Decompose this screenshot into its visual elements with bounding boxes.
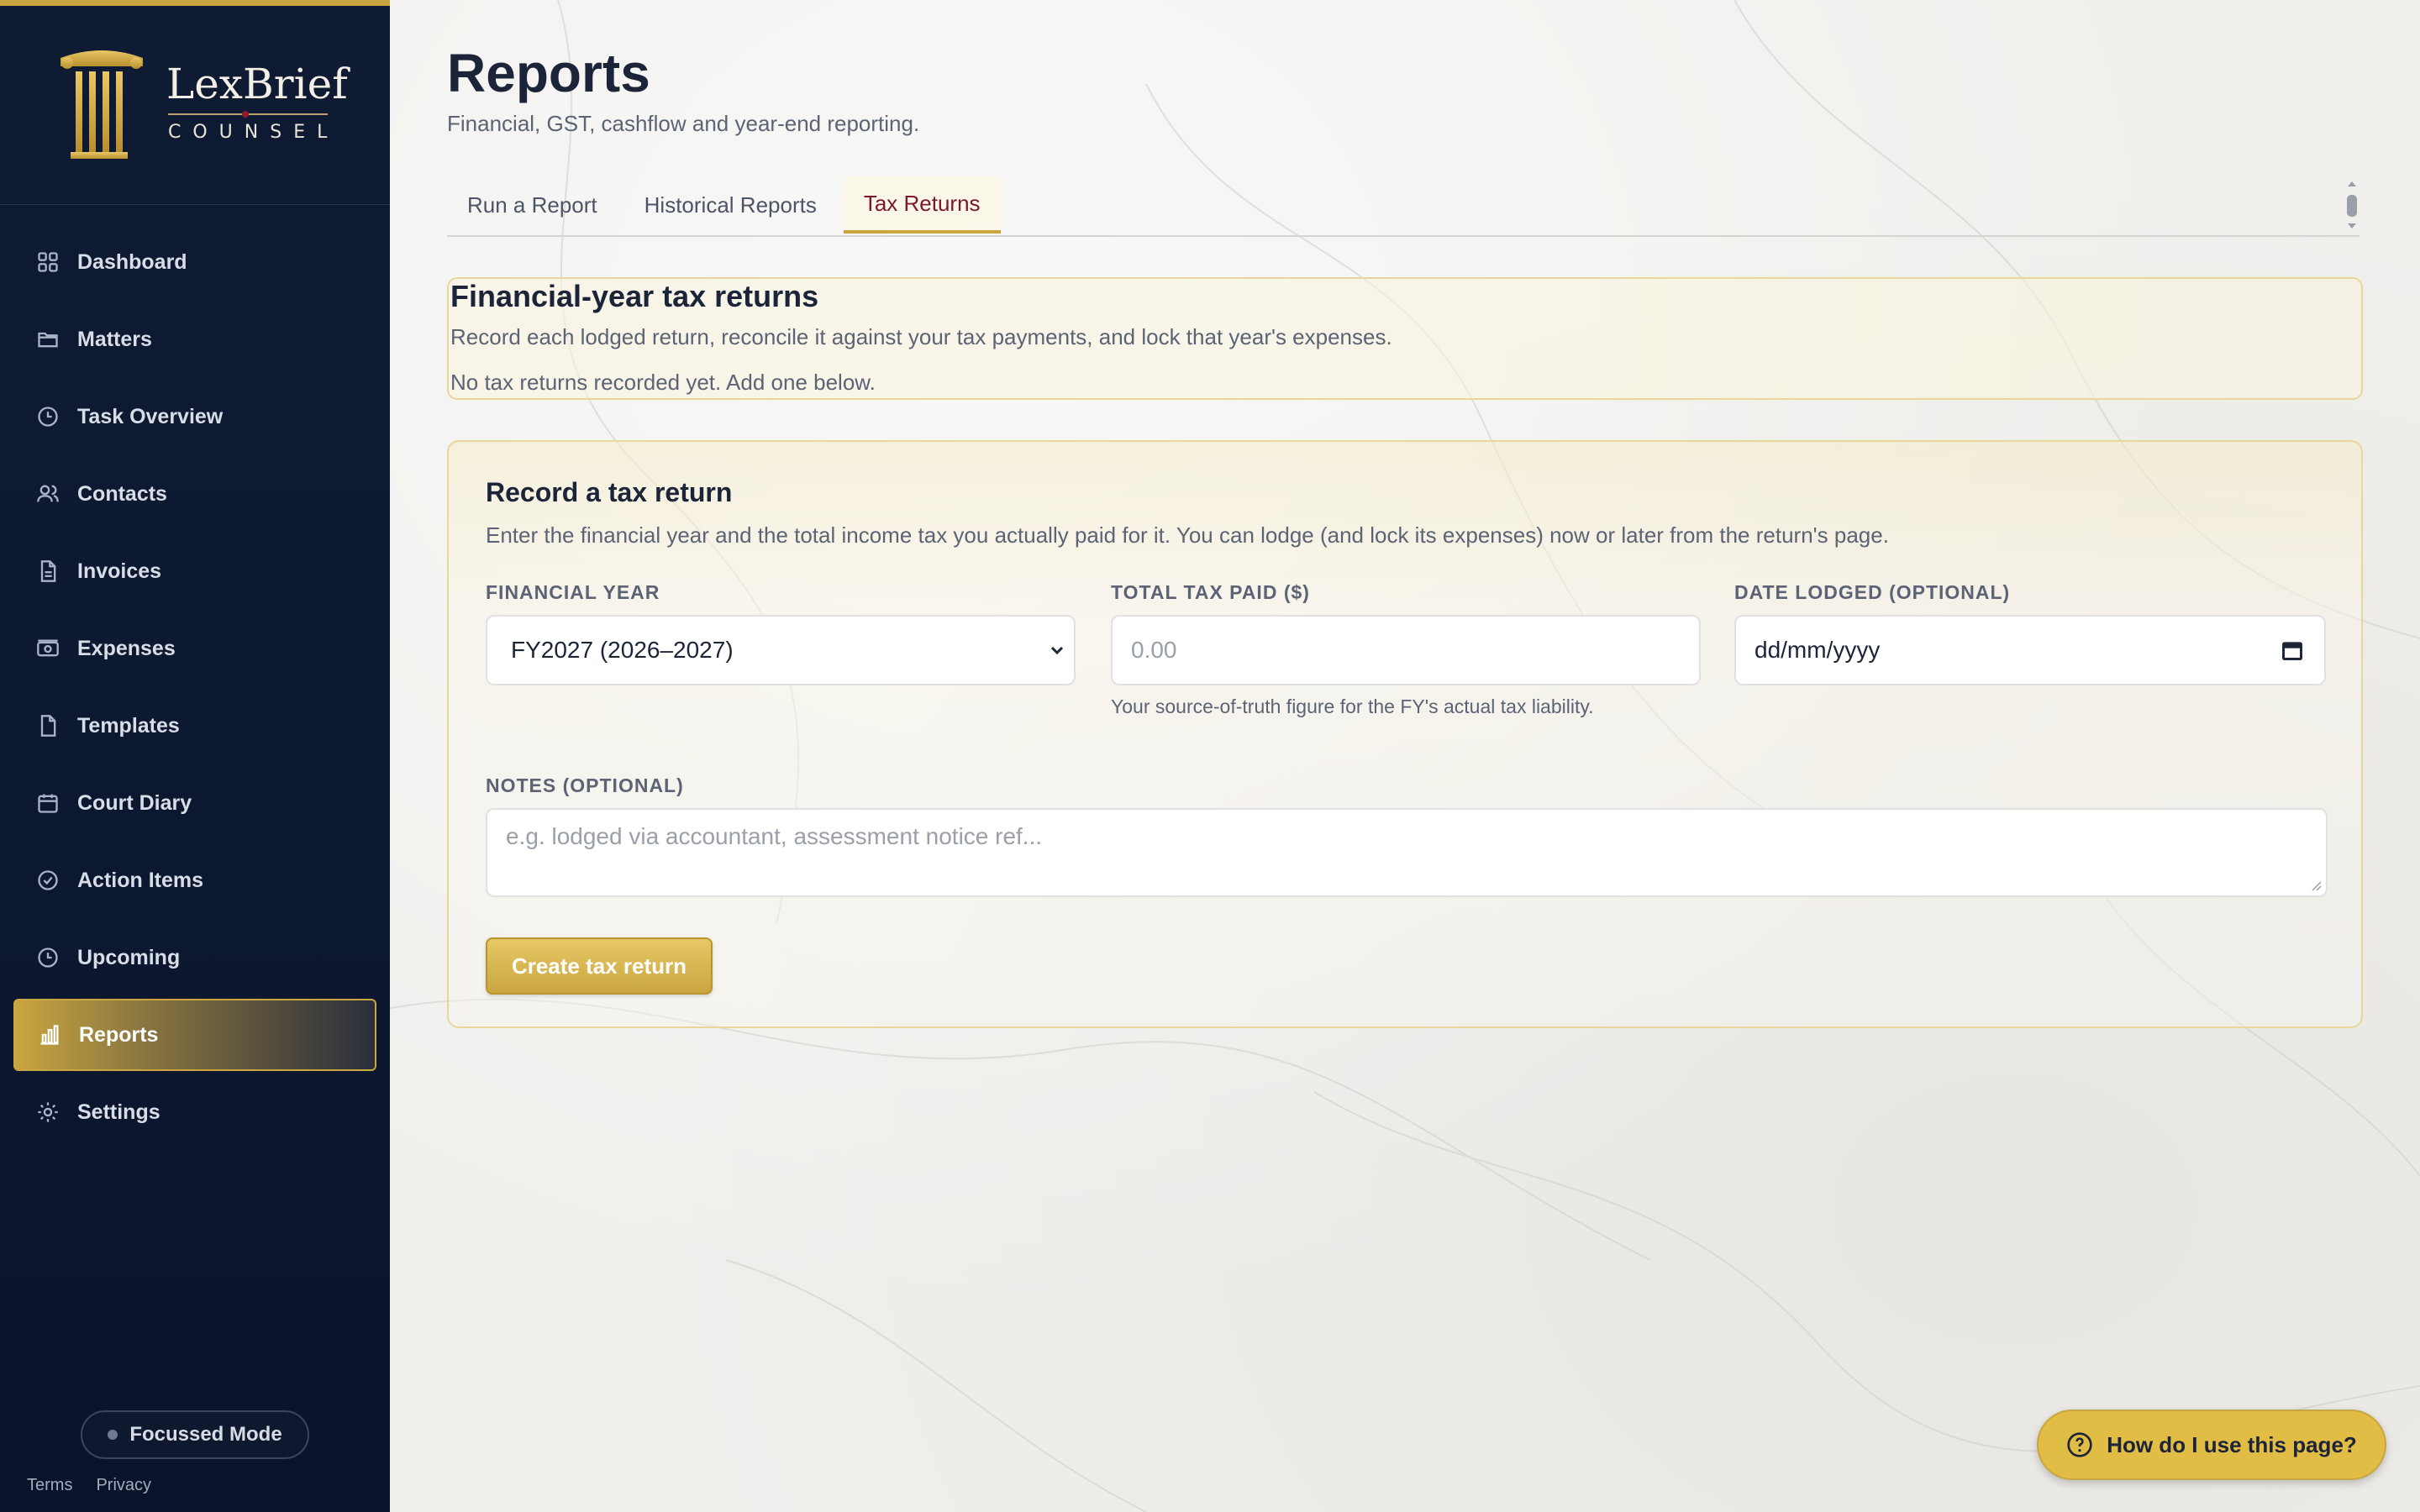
sidebar-item-action-items[interactable]: Action Items: [13, 844, 376, 916]
sidebar-item-label: Expenses: [77, 636, 176, 660]
terms-link[interactable]: Terms: [27, 1476, 72, 1495]
sidebar-item-expenses[interactable]: Expenses: [13, 612, 376, 685]
privacy-link[interactable]: Privacy: [96, 1476, 151, 1495]
sidebar-item-settings[interactable]: Settings: [13, 1076, 376, 1148]
focus-mode-button[interactable]: Focussed Mode: [81, 1410, 309, 1459]
status-dot-icon: [108, 1430, 118, 1440]
sidebar-item-reports[interactable]: Reports: [13, 999, 376, 1071]
tab-tax-returns[interactable]: Tax Returns: [843, 176, 1001, 234]
sidebar-item-matters[interactable]: Matters: [13, 303, 376, 375]
sidebar-item-task-overview[interactable]: Task Overview: [13, 381, 376, 453]
notes-label: NOTES (OPTIONAL): [486, 774, 684, 796]
notes-placeholder: e.g. lodged via accountant, assessment n…: [506, 823, 1043, 849]
sidebar-item-label: Dashboard: [77, 249, 187, 274]
tab-run-a-report[interactable]: Run a Report: [447, 176, 618, 234]
financial-year-label: FINANCIAL YEAR: [486, 581, 660, 603]
clock-icon: [35, 404, 60, 429]
total-tax-label: TOTAL TAX PAID ($): [1111, 581, 1310, 603]
sidebar-item-label: Task Overview: [77, 404, 224, 428]
notes-textarea[interactable]: e.g. lodged via accountant, assessment n…: [486, 808, 2328, 897]
form-description: Enter the financial year and the total i…: [486, 522, 1889, 548]
users-icon: [35, 481, 60, 507]
sidebar-divider: [0, 204, 390, 205]
banknote-icon: [35, 636, 60, 661]
sidebar-item-label: Upcoming: [77, 945, 181, 969]
sidebar-nav: Dashboard Matters Task Overview Contacts…: [13, 226, 376, 1153]
calendar-icon[interactable]: [2281, 638, 2304, 662]
resize-grip-icon[interactable]: [2309, 879, 2323, 892]
record-tax-return-card: Record a tax return Enter the financial …: [447, 440, 2363, 1028]
date-lodged-label: DATE LODGED (OPTIONAL): [1734, 581, 2011, 603]
sidebar-item-invoices[interactable]: Invoices: [13, 535, 376, 607]
calendar-icon: [35, 790, 60, 816]
document-icon: [35, 559, 60, 584]
sidebar-item-label: Reports: [79, 1022, 159, 1047]
total-tax-help: Your source-of-truth figure for the FY's…: [1111, 696, 1594, 717]
pillar-logo-icon: [60, 50, 143, 159]
create-tax-return-button[interactable]: Create tax return: [486, 937, 713, 995]
question-circle-icon: [2067, 1432, 2092, 1457]
chevron-down-icon: [1050, 646, 1064, 655]
focus-mode-label: Focussed Mode: [129, 1423, 282, 1446]
sidebar-item-label: Court Diary: [77, 790, 192, 815]
grid-icon: [35, 249, 60, 275]
sidebar-item-label: Settings: [77, 1100, 160, 1124]
sidebar-item-contacts[interactable]: Contacts: [13, 458, 376, 530]
page-title: Reports: [447, 43, 650, 103]
financial-year-select[interactable]: FY2027 (2026–2027): [486, 615, 1076, 685]
sidebar-footer: Terms Privacy: [27, 1476, 151, 1495]
sidebar: LexBrief COUNSEL Dashboard Matters Task …: [0, 0, 390, 1512]
tax-returns-summary-card: Financial-year tax returns Record each l…: [447, 277, 2363, 400]
sidebar-item-label: Action Items: [77, 868, 204, 892]
check-circle-icon: [35, 868, 60, 893]
date-lodged-placeholder: dd/mm/yyyy: [1754, 637, 1881, 663]
sidebar-item-label: Matters: [77, 327, 152, 351]
financial-year-value: FY2027 (2026–2027): [511, 637, 734, 663]
sidebar-item-label: Templates: [77, 713, 180, 738]
total-tax-placeholder: 0.00: [1131, 637, 1177, 663]
brand-divider: [168, 111, 328, 118]
form-title: Record a tax return: [486, 477, 733, 507]
main-content: Reports Financial, GST, cashflow and yea…: [390, 0, 2420, 1512]
gear-icon: [35, 1100, 60, 1125]
date-lodged-input[interactable]: dd/mm/yyyy: [1734, 615, 2326, 685]
tabs-scroll-icon[interactable]: [2344, 176, 2360, 234]
file-icon: [35, 713, 60, 738]
help-button[interactable]: How do I use this page?: [2037, 1410, 2386, 1480]
page-subtitle: Financial, GST, cashflow and year-end re…: [447, 111, 920, 136]
brand-logo[interactable]: LexBrief COUNSEL: [55, 45, 348, 171]
bar-chart-icon: [37, 1022, 62, 1047]
tab-historical-reports[interactable]: Historical Reports: [624, 176, 837, 234]
help-button-label: How do I use this page?: [2107, 1431, 2357, 1457]
summary-description: Record each lodged return, reconcile it …: [450, 324, 1392, 349]
clock-icon: [35, 945, 60, 970]
brand-subtitle: COUNSEL: [168, 122, 339, 143]
sidebar-item-court-diary[interactable]: Court Diary: [13, 767, 376, 839]
folder-icon: [35, 327, 60, 352]
empty-state-message: No tax returns recorded yet. Add one bel…: [450, 370, 876, 395]
total-tax-input[interactable]: 0.00: [1111, 615, 1701, 685]
sidebar-item-upcoming[interactable]: Upcoming: [13, 921, 376, 994]
summary-title: Financial-year tax returns: [450, 279, 819, 313]
sidebar-item-templates[interactable]: Templates: [13, 690, 376, 762]
sidebar-item-label: Invoices: [77, 559, 162, 583]
brand-name: LexBrief: [166, 60, 348, 108]
sidebar-item-label: Contacts: [77, 481, 167, 506]
sidebar-item-dashboard[interactable]: Dashboard: [13, 226, 376, 298]
report-tabs: Run a Report Historical Reports Tax Retu…: [447, 176, 2360, 237]
